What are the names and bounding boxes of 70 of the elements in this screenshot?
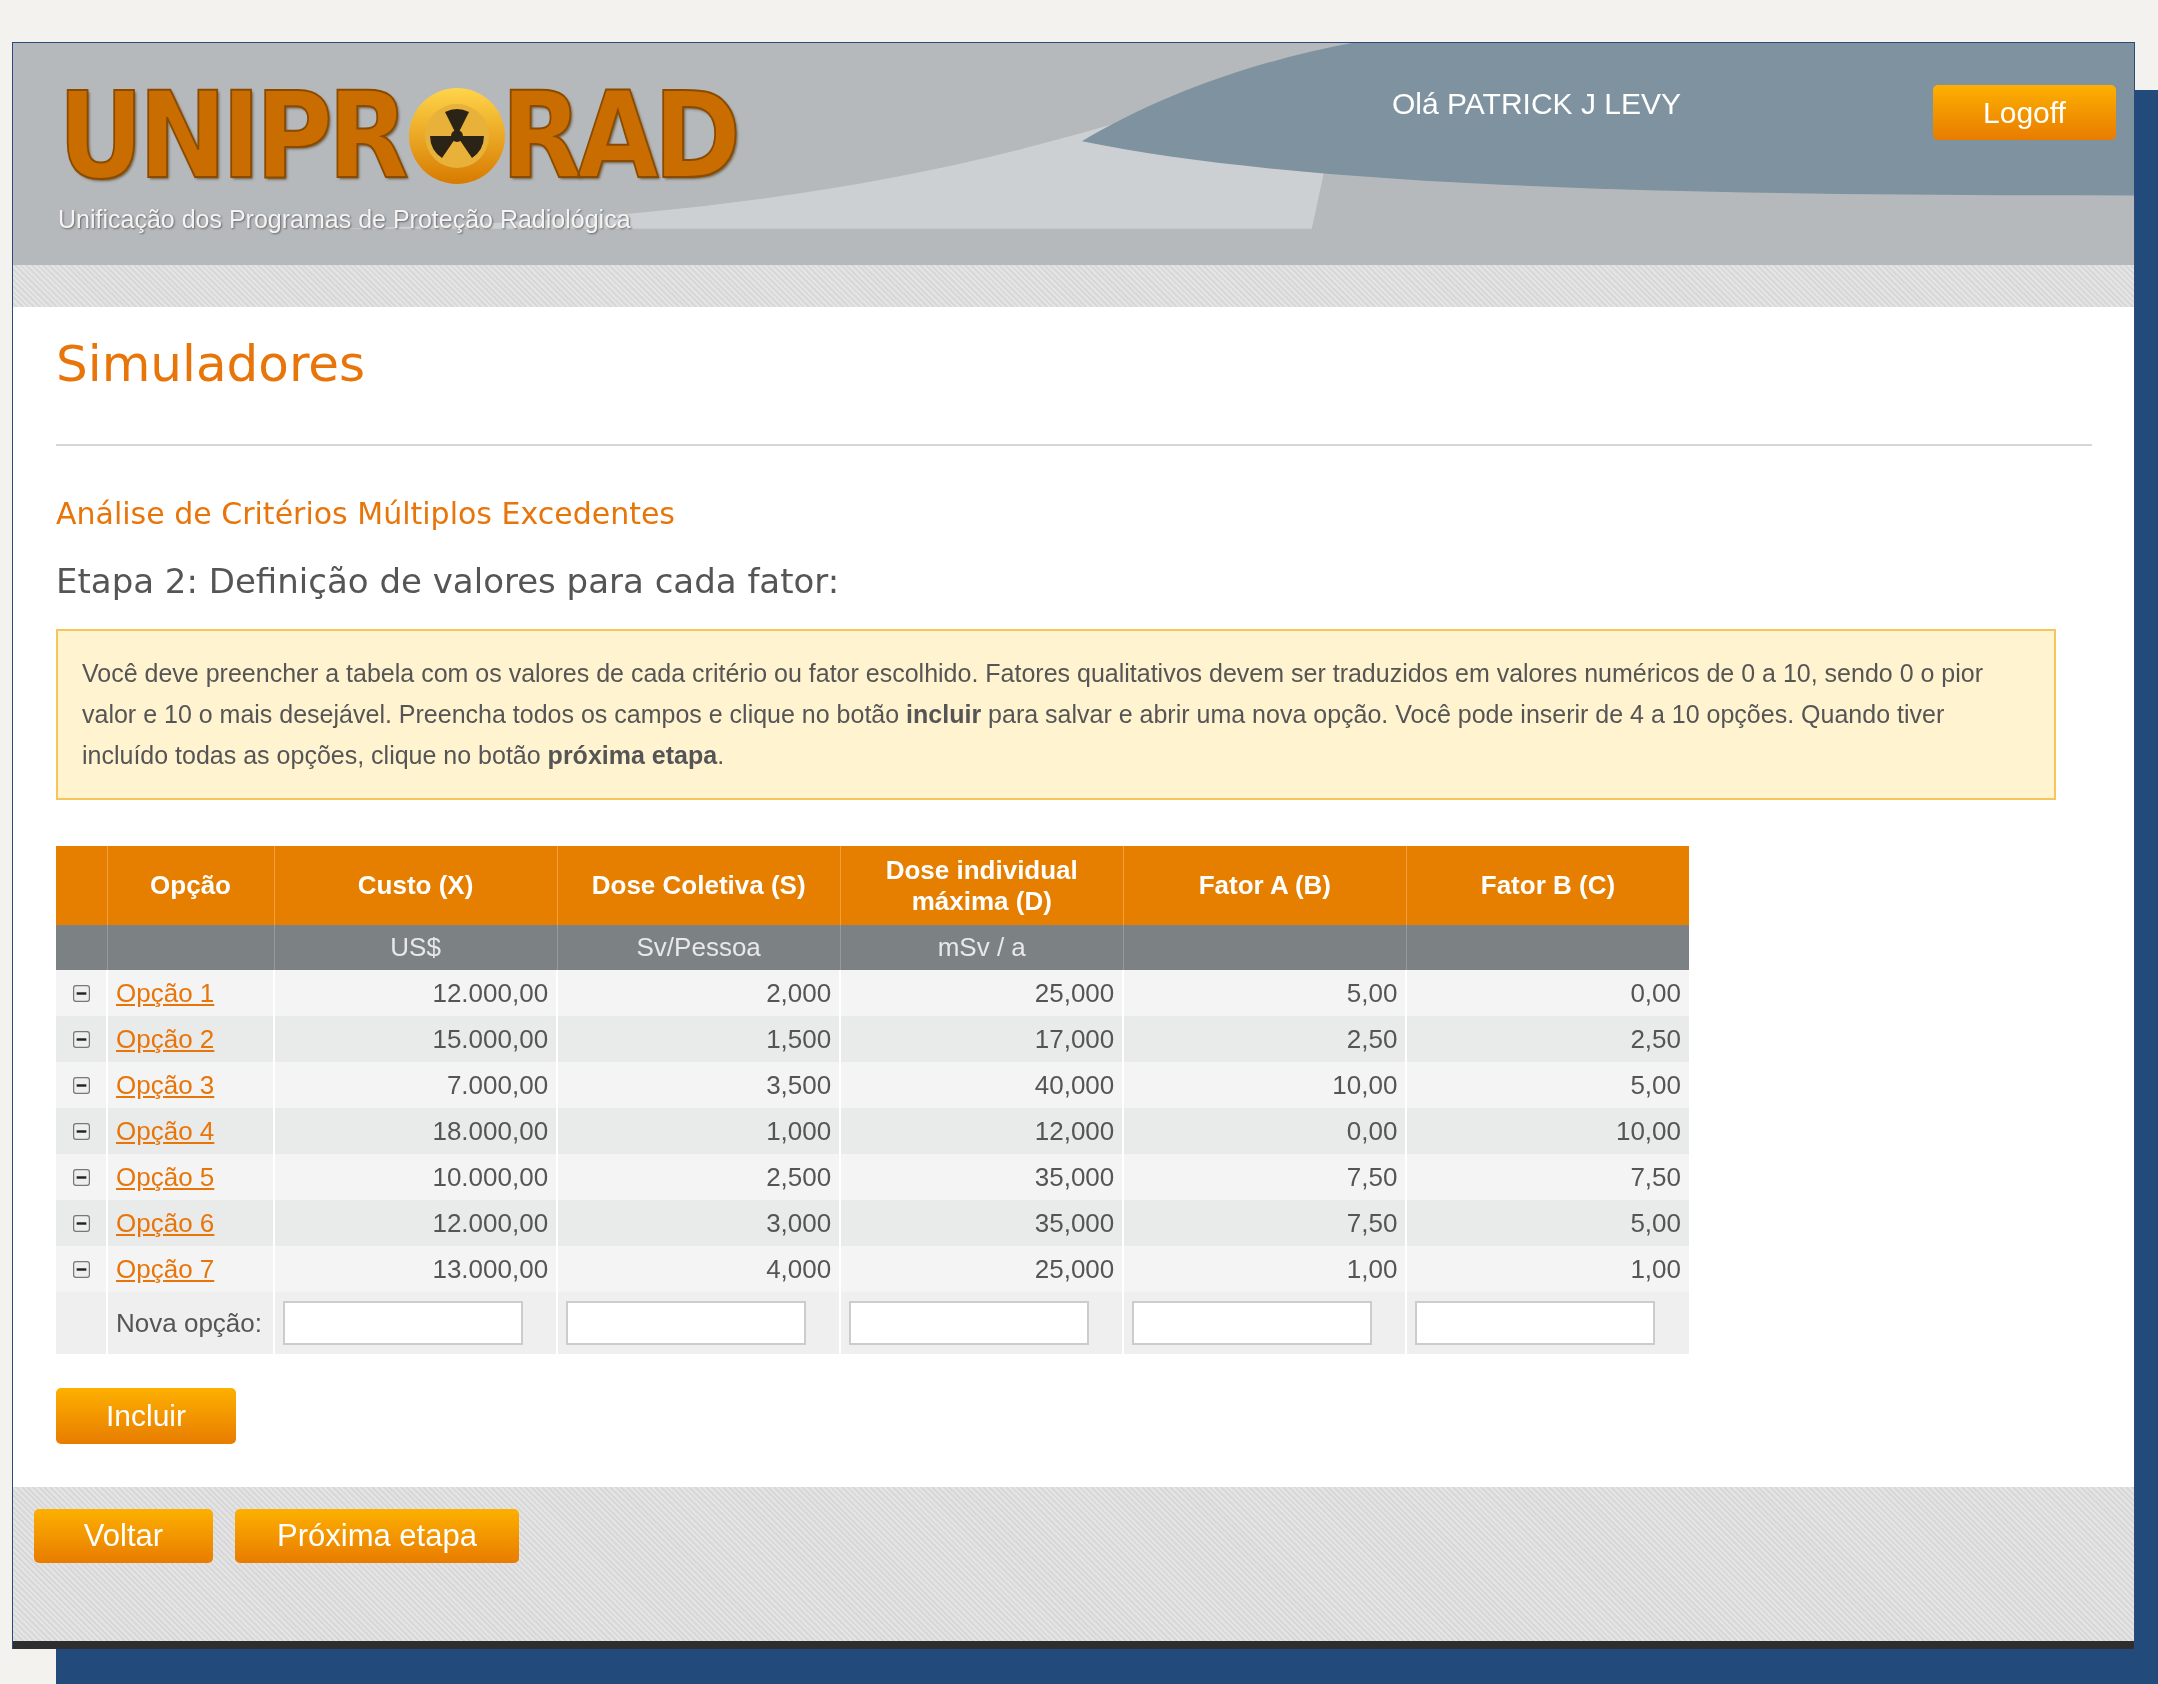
table-cell: 25,000 [840, 970, 1124, 1017]
input-field[interactable] [1415, 1301, 1656, 1346]
table-cell: 5,00 [1406, 1062, 1689, 1109]
table-cell: 5,00 [1123, 970, 1407, 1017]
unit-cell: mSv / a [840, 925, 1124, 971]
table-cell: 2,000 [557, 970, 841, 1017]
table-cell: 3,000 [557, 1200, 841, 1247]
table-cell: 4,000 [557, 1246, 841, 1293]
table-cell: 7.000,00 [274, 1062, 558, 1109]
table-cell: 12.000,00 [274, 1200, 558, 1247]
subtitle: Análise de Critérios Múltiplos Excedentes [56, 496, 676, 532]
table-cell: 2,500 [557, 1154, 841, 1201]
step-title: Etapa 2: Definição de valores para cada fator: [56, 561, 841, 602]
table-cell: 1,500 [557, 1016, 841, 1063]
unit-cell: Sv/Pessoa [557, 925, 841, 971]
table-cell: 7,50 [1123, 1154, 1407, 1201]
logo-text: RAD [500, 81, 736, 191]
column-header: Custo (X) [274, 846, 558, 926]
table-cell: 5,00 [1406, 1200, 1689, 1247]
table-cell: 0,00 [1406, 970, 1689, 1017]
table-cell: 13.000,00 [274, 1246, 558, 1293]
table-cell: 2,50 [1406, 1016, 1689, 1063]
tagline: Unificação dos Programas de Proteção Radiológica [58, 205, 632, 234]
table-cell: 1,00 [1123, 1246, 1407, 1293]
table-cell: 7,50 [1123, 1200, 1407, 1247]
table-cell: 1,000 [557, 1108, 841, 1155]
table-cell: 15.000,00 [274, 1016, 558, 1063]
next-step-button[interactable]: Próxima etapa [235, 1508, 519, 1563]
collapse-icon[interactable] [72, 1076, 90, 1094]
collapse-icon[interactable] [72, 984, 90, 1002]
collapse-icon[interactable] [72, 1168, 90, 1186]
table-cell: 40,000 [840, 1062, 1124, 1109]
column-header: Fator A (B) [1123, 846, 1407, 926]
input-field[interactable] [566, 1301, 807, 1346]
table-cell: 3,500 [557, 1062, 841, 1109]
table-cell: 2,50 [1123, 1016, 1407, 1063]
table-cell: 1,00 [1406, 1246, 1689, 1293]
collapse-icon[interactable] [72, 1260, 90, 1278]
unit-cell: US$ [274, 925, 558, 971]
table-cell: 0,00 [1123, 1108, 1407, 1155]
input-field[interactable] [283, 1301, 524, 1346]
page-title: Simuladores [56, 335, 367, 396]
table-cell: 10,00 [1406, 1108, 1689, 1155]
table-cell: 35,000 [840, 1154, 1124, 1201]
table-cell: 25,000 [840, 1246, 1124, 1293]
collapse-icon[interactable] [72, 1122, 90, 1140]
table-cell: 18.000,00 [274, 1108, 558, 1155]
table-cell: 10.000,00 [274, 1154, 558, 1201]
collapse-icon[interactable] [72, 1030, 90, 1048]
new-option-label: Nova opção: [107, 1292, 275, 1355]
column-header: Fator B (C) [1406, 846, 1689, 926]
instructions-note: Você deve preencher a tabela com os valores de cada critério ou fator escolhido. Fatores qualitativos devem ser traduzidos em valores numéricos de 0 a 10, sendo 0 o pior valor e 10 o mais desejável. Preencha todos os campos e clique no botão incluir para salvar e abrir uma nova opção. Você pode inserir de 4 a 10 opções. Quando tiver incluído todas as opções, clique no botão próxima etapa. [56, 629, 2056, 801]
table-cell: 35,000 [840, 1200, 1124, 1247]
greeting: Olá PATRICK J LEVY [1392, 87, 1681, 121]
collapse-icon[interactable] [72, 1214, 90, 1232]
table-cell: 7,50 [1406, 1154, 1689, 1201]
table-cell: 12,000 [840, 1108, 1124, 1155]
column-header: Dose individual máxima (D) [840, 846, 1124, 926]
back-button[interactable]: Voltar [34, 1508, 213, 1563]
include-button[interactable]: Incluir [56, 1388, 236, 1445]
radiation-icon [406, 86, 507, 186]
table-cell: 12.000,00 [274, 970, 558, 1017]
input-field[interactable] [849, 1301, 1090, 1346]
table-cell: 10,00 [1123, 1062, 1407, 1109]
table-cell: 17,000 [840, 1016, 1124, 1063]
logoff-button[interactable]: Logoff [1933, 85, 2116, 140]
input-field[interactable] [1132, 1301, 1373, 1346]
column-header: Opção [107, 846, 275, 926]
logo-text: UNIPR [58, 81, 404, 191]
column-header: Dose Coletiva (S) [557, 846, 841, 926]
